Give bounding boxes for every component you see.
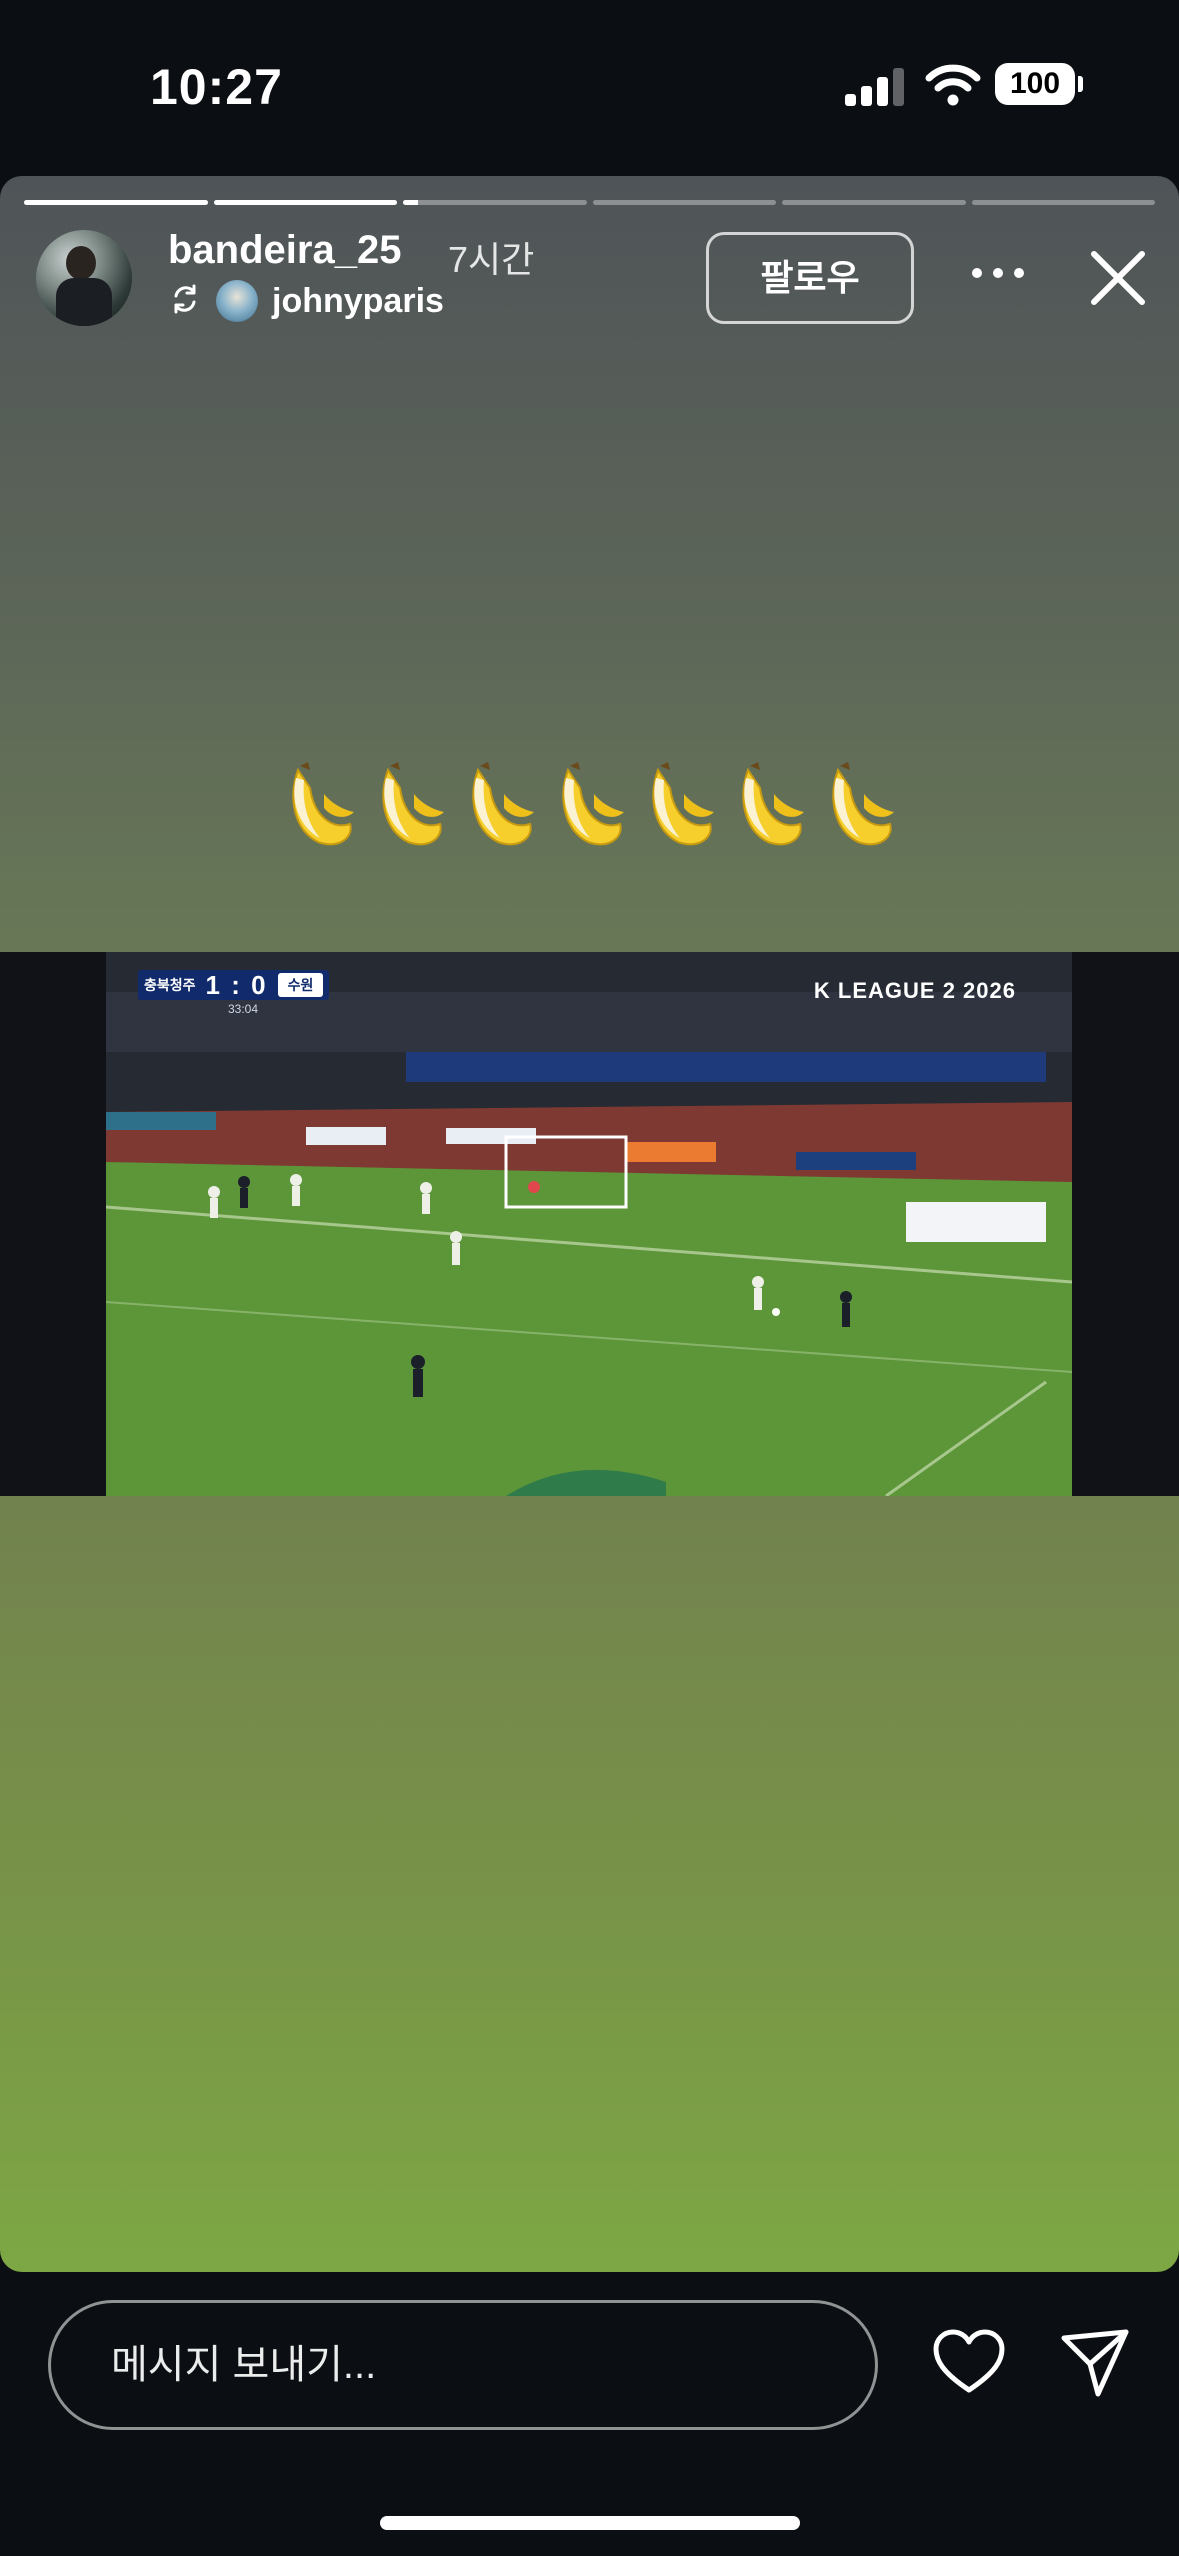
story-video[interactable]: 충북청주 1 : 0 수원 33:04 K LEAGUE 2 2026	[0, 952, 1179, 1496]
progress-segment	[971, 200, 1155, 205]
story-progress	[24, 200, 1155, 205]
progress-segment	[24, 200, 208, 205]
status-time: 10:27	[150, 59, 283, 115]
match-clip: 충북청주 1 : 0 수원 33:04 K LEAGUE 2 2026	[106, 952, 1072, 1496]
banana-icon	[291, 762, 354, 846]
close-icon[interactable]	[1086, 246, 1150, 310]
avatar[interactable]	[36, 230, 132, 326]
reply-bar	[0, 2272, 1179, 2556]
story-time-ago: 7시간	[448, 239, 535, 280]
banana-icon	[471, 762, 534, 846]
away-team: 수원	[277, 973, 324, 997]
banana-icon	[381, 762, 444, 846]
progress-segment	[592, 200, 776, 205]
repost-username[interactable]: johnyparis	[272, 282, 444, 321]
match-score: 1 : 0	[205, 969, 268, 1000]
more-options-icon[interactable]	[972, 268, 1024, 282]
progress-segment	[403, 200, 587, 205]
story-username[interactable]: bandeira_25	[168, 228, 401, 273]
battery-icon: 100	[995, 63, 1083, 105]
message-input[interactable]	[48, 2300, 878, 2430]
repost-icon	[174, 284, 196, 314]
banana-icon	[741, 762, 804, 846]
signal-icon	[845, 68, 905, 106]
progress-segment	[782, 200, 966, 205]
match-clock: 33:04	[228, 1002, 259, 1016]
send-icon[interactable]	[1058, 2326, 1132, 2400]
status-bar: 10:27 100	[0, 0, 1179, 176]
home-team: 충북청주	[144, 977, 196, 993]
banana-icon	[651, 762, 714, 846]
banana-icon	[561, 762, 624, 846]
home-indicator[interactable]	[380, 2516, 800, 2530]
story-viewer[interactable]: bandeira_25 7시간 johnyparis 팔로우 충북청주 1: …	[0, 176, 1179, 2272]
story-caption	[0, 758, 1179, 868]
banana-icon	[831, 762, 894, 846]
league-label: K LEAGUE 2 2026	[813, 978, 1016, 1003]
follow-button[interactable]: 팔로우	[706, 232, 914, 324]
football-pitch-scene	[106, 952, 1072, 1496]
battery-level: 100	[1009, 67, 1061, 100]
repost-avatar[interactable]	[216, 280, 258, 322]
score-bug: 충북청주 1 : 0 수원	[138, 969, 330, 1000]
progress-segment	[213, 200, 397, 205]
heart-icon[interactable]	[932, 2328, 1006, 2398]
wifi-icon	[925, 64, 981, 106]
